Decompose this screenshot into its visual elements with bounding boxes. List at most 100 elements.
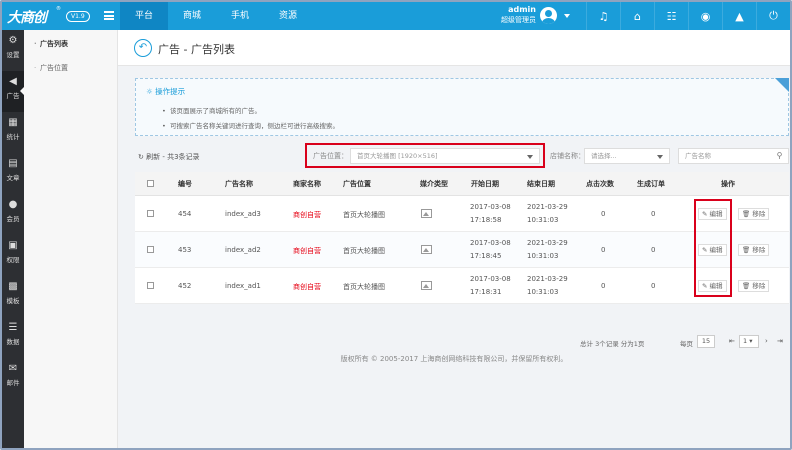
tips-line: • 可搜索广告名称关键词进行查询，侧边栏可进行高级搜索。 — [162, 122, 339, 130]
sidebar-item-templates[interactable]: ▩ 模板 — [2, 276, 24, 317]
pagination: 总计 3个记录 分为1页 每页 15 ⇤ 1 ▾ › ⇥ — [135, 334, 789, 352]
cell-name: index_ad2 — [225, 246, 261, 254]
power-icon[interactable]: ⏻ — [756, 2, 790, 30]
tips-line-text: 可搜索广告名称关键词进行查询，侧边栏可进行高级搜索。 — [169, 122, 339, 130]
logo: 大商创 — [7, 10, 47, 26]
row-checkbox[interactable] — [147, 210, 154, 217]
submenu-item-ad-position[interactable]: 广告位置 — [24, 56, 117, 80]
palette-icon[interactable]: ◉ — [688, 2, 722, 30]
main-content: ↶ 广告 - 广告列表 ☼ 操作提示 • 该页面展示了商城所有的广告。 • 可搜… — [118, 30, 790, 448]
remove-button[interactable]: 🗑 移除 — [738, 208, 770, 220]
sidebar-item-articles[interactable]: ▤ 文章 — [2, 153, 24, 194]
last-page-icon[interactable]: ⇥ — [777, 337, 783, 345]
top-icon-bar: ♫ ⌂ ☷ ◉ ▲ ⏻ — [586, 2, 790, 30]
remove-label: 移除 — [752, 282, 766, 290]
submenu: 广告列表 广告位置 — [24, 30, 118, 448]
sidebar-item-permissions[interactable]: ▣ 权限 — [2, 235, 24, 276]
image-icon — [421, 209, 432, 218]
bell-icon[interactable]: ♫ — [586, 2, 620, 30]
user-icon: ● — [8, 199, 18, 210]
sidebar-item-members[interactable]: ● 会员 — [2, 194, 24, 235]
footer-copyright: 版权所有 © 2005-2017 上海商创网络科技有限公司，并保留所有权利。 — [340, 355, 568, 363]
nav-mobile[interactable]: 手机 — [216, 2, 264, 30]
cell-id: 453 — [178, 246, 192, 254]
trash-icon: 🗑 — [742, 210, 751, 218]
col-clicks: 点击次数 — [586, 180, 614, 188]
home-icon[interactable]: ⌂ — [620, 2, 654, 30]
tips-collapse-toggle[interactable] — [775, 78, 789, 92]
database-icon: ☰ — [8, 322, 18, 333]
remove-button[interactable]: 🗑 移除 — [738, 244, 770, 256]
remove-button[interactable]: 🗑 移除 — [738, 280, 770, 292]
row-checkbox[interactable] — [147, 246, 154, 253]
sidebar-item-settings[interactable]: ⚙ 设置 — [2, 30, 24, 71]
refresh-icon: ↻ — [138, 153, 144, 161]
cell-id: 454 — [178, 210, 192, 218]
page-title: 广告 - 广告列表 — [158, 43, 235, 56]
cell-shop[interactable]: 商创自营 — [293, 282, 321, 292]
next-page-icon[interactable]: › — [765, 337, 768, 345]
chevron-down-icon — [527, 155, 533, 159]
sidebar-item-stats[interactable]: ▦ 统计 — [2, 112, 24, 153]
sidebar-item-label: 广告 — [6, 92, 20, 100]
refresh-button[interactable]: ↻ 刷新 - 共3条记录 — [138, 152, 200, 162]
sidebar-item-data[interactable]: ☰ 数据 — [2, 317, 24, 358]
sitemap-icon[interactable]: ☷ — [654, 2, 688, 30]
tips-line: • 该页面展示了商城所有的广告。 — [162, 107, 261, 115]
cell-id: 452 — [178, 282, 192, 290]
speaker-icon: ◀ — [9, 76, 17, 87]
tips-box: ☼ 操作提示 • 该页面展示了商城所有的广告。 • 可搜索广告名称关键词进行查询… — [135, 78, 789, 136]
cell-end-date: 2021-03-29 — [527, 275, 568, 283]
tips-title-text: 操作提示 — [155, 87, 186, 96]
position-filter-label: 广告位置： — [313, 152, 348, 160]
cell-end-date: 2021-03-29 — [527, 203, 568, 211]
back-button[interactable]: ↶ — [134, 39, 152, 57]
per-page-input[interactable]: 15 — [697, 335, 715, 348]
row-checkbox[interactable] — [147, 282, 154, 289]
grid-icon: ▩ — [8, 281, 18, 292]
cell-name: index_ad1 — [225, 282, 261, 290]
sidebar-item-mail[interactable]: ✉ 邮件 — [2, 358, 24, 399]
search-button[interactable]: ⚲ — [771, 148, 789, 164]
main-sidebar: ⚙ 设置 ◀ 广告 ▦ 统计 ▤ 文章 ● 会员 ▣ 权限 ▩ 模板 ☰ 数据 … — [2, 30, 25, 448]
nav-mall[interactable]: 商城 — [168, 2, 216, 30]
lock-icon: ▣ — [8, 240, 18, 251]
top-nav: 平台 商城 手机 资源 — [120, 2, 312, 30]
sidebar-item-label: 邮件 — [6, 379, 20, 387]
position-select-value: 首页大轮播图 [1920×516] — [357, 152, 438, 160]
image-icon — [421, 281, 432, 290]
trash-icon: 🗑 — [742, 282, 751, 290]
user-dropdown-icon[interactable] — [564, 14, 570, 18]
image-icon — [421, 245, 432, 254]
cell-shop[interactable]: 商创自营 — [293, 210, 321, 220]
cell-start-time: 17:18:45 — [470, 252, 502, 260]
cell-clicks: 0 — [601, 210, 606, 218]
broom-icon[interactable]: ▲ — [722, 2, 756, 30]
first-page-icon[interactable]: ⇤ — [729, 337, 735, 345]
col-shop: 商家名称 — [293, 180, 321, 188]
nav-resources[interactable]: 资源 — [264, 2, 312, 30]
page-select-value: 1 — [743, 337, 748, 345]
select-all-checkbox[interactable] — [147, 180, 154, 187]
nav-platform[interactable]: 平台 — [120, 2, 169, 30]
trash-icon: 🗑 — [742, 246, 751, 254]
cell-name: index_ad3 — [225, 210, 261, 218]
sidebar-item-ads[interactable]: ◀ 广告 — [2, 71, 25, 112]
cell-orders: 0 — [651, 282, 656, 290]
user-info[interactable]: admin 超级管理员 — [496, 5, 536, 25]
chevron-down-icon — [657, 155, 663, 159]
page-select[interactable]: 1 ▾ — [739, 335, 759, 348]
menu-toggle-icon[interactable] — [104, 11, 114, 20]
submenu-item-ad-list[interactable]: 广告列表 — [24, 32, 117, 56]
logo-registered-mark: ® — [56, 6, 61, 12]
shop-select[interactable]: 请选择... — [584, 148, 670, 164]
top-bar: 大商创 ® V1.9 平台 商城 手机 资源 admin 超级管理员 ♫ ⌂ ☷… — [2, 2, 790, 30]
table-header: 编号 广告名称 商家名称 广告位置 媒介类型 开始日期 结束日期 点击次数 生成… — [135, 172, 789, 196]
position-select[interactable]: 首页大轮播图 [1920×516] — [350, 148, 540, 164]
lightbulb-icon: ☼ — [146, 87, 153, 96]
sidebar-item-label: 设置 — [6, 51, 20, 59]
cell-end-time: 10:31:03 — [527, 252, 559, 260]
avatar[interactable] — [540, 7, 557, 24]
ad-name-search-input[interactable]: 广告名称 — [678, 148, 772, 164]
cell-shop[interactable]: 商创自营 — [293, 246, 321, 256]
